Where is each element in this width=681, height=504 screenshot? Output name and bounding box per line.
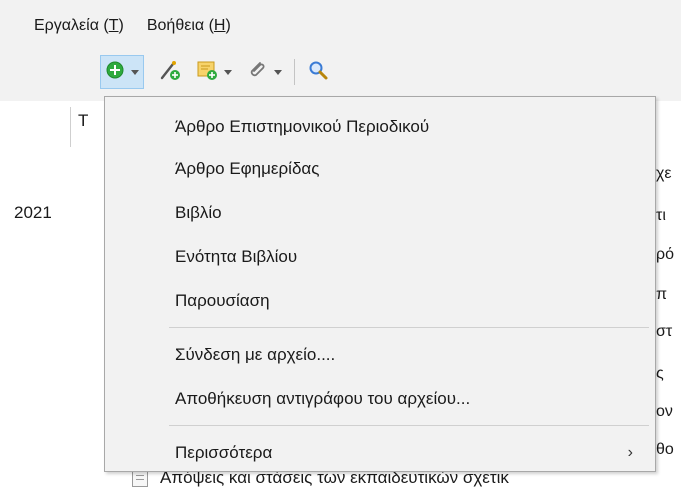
toolbar-separator	[294, 59, 295, 85]
search-button[interactable]	[305, 55, 331, 89]
toolbar	[100, 53, 331, 91]
item-title-fragment: ον	[656, 403, 673, 420]
item-title-fragment: χε	[656, 165, 672, 182]
menu-item-more[interactable]: Περισσότερα ›	[105, 433, 655, 473]
chevron-down-icon	[224, 69, 232, 75]
menu-item-label: Περισσότερα	[175, 443, 273, 462]
menu-help[interactable]: Βοήθεια (H)	[147, 17, 231, 35]
new-item-dropdown-menu: Άρθρο Επιστημονικού Περιοδικού Άρθρο Εφη…	[104, 96, 656, 472]
add-circle-icon	[105, 60, 125, 85]
menu-item-label: Άρθρο Εφημερίδας	[175, 159, 320, 178]
menu-tools[interactable]: Εργαλεία (T)	[34, 17, 124, 35]
paperclip-icon	[246, 59, 268, 86]
app-window: Εργαλεία (T) Βοήθεια (H) T 2021 χε τι ρό…	[0, 0, 681, 504]
menu-item-label: Βιβλίο	[175, 203, 222, 222]
menu-item-label: Παρουσίαση	[175, 291, 270, 310]
chevron-right-icon: ›	[627, 444, 633, 461]
chevron-down-icon	[274, 69, 282, 75]
magic-wand-add-icon	[158, 58, 182, 87]
item-title-fragment: τι	[656, 207, 666, 224]
item-title-fragment: ρό	[656, 246, 674, 263]
new-item-button[interactable]	[100, 55, 144, 89]
top-chrome: Εργαλεία (T) Βοήθεια (H)	[0, 0, 681, 102]
menu-item-label: Ενότητα Βιβλίου	[175, 247, 298, 266]
column-header-title[interactable]: T	[78, 111, 88, 131]
note-add-icon	[196, 59, 218, 86]
menu-help-accesskey: H	[213, 17, 226, 34]
menu-item-store-file-copy[interactable]: Αποθήκευση αντιγράφου του αρχείου...	[105, 379, 655, 419]
add-by-identifier-button[interactable]	[156, 55, 184, 89]
search-icon	[307, 59, 329, 86]
menu-item-journal-article[interactable]: Άρθρο Επιστημονικού Περιοδικού	[105, 107, 655, 147]
new-note-button[interactable]	[194, 55, 234, 89]
menu-bar: Εργαλεία (T) Βοήθεια (H)	[0, 14, 254, 38]
menu-item-label: Σύνδεση με αρχείο....	[175, 345, 336, 364]
menu-separator	[169, 327, 649, 328]
item-title-fragment: στ	[656, 323, 673, 340]
menu-item-link-to-file[interactable]: Σύνδεση με αρχείο....	[105, 335, 655, 375]
menu-tools-accesskey: T	[108, 17, 119, 34]
column-divider	[70, 107, 71, 147]
chevron-down-icon	[131, 69, 139, 75]
menu-item-book[interactable]: Βιβλίο	[105, 193, 655, 233]
menu-item-label: Άρθρο Επιστημονικού Περιοδικού	[175, 117, 430, 136]
menu-item-newspaper-article[interactable]: Άρθρο Εφημερίδας	[105, 149, 655, 189]
item-title-fragment: θο	[656, 441, 674, 458]
item-title-fragment: π	[656, 286, 668, 303]
add-attachment-button[interactable]	[244, 55, 284, 89]
menu-item-book-section[interactable]: Ενότητα Βιβλίου	[105, 237, 655, 277]
menu-item-presentation[interactable]: Παρουσίαση	[105, 281, 655, 321]
menu-separator	[169, 425, 649, 426]
item-year: 2021	[14, 203, 52, 222]
menu-item-label: Αποθήκευση αντιγράφου του αρχείου...	[175, 389, 471, 408]
item-title-fragment: ς	[656, 365, 664, 382]
